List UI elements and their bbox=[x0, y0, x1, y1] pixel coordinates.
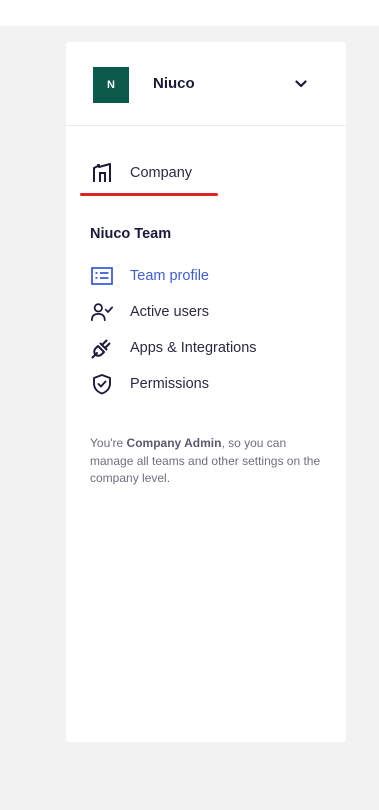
team-section-title: Niuco Team bbox=[90, 226, 172, 242]
shield-check-icon bbox=[90, 372, 114, 396]
team-name: Niuco bbox=[153, 75, 195, 92]
nav-apps-integrations[interactable]: Apps & Integrations bbox=[90, 334, 322, 362]
team-switcher[interactable]: N Niuco bbox=[66, 42, 346, 126]
id-card-icon bbox=[90, 264, 114, 288]
nav-company[interactable]: Company bbox=[90, 159, 322, 187]
company-highlight-underline bbox=[80, 193, 218, 196]
nav-active-users-label: Active users bbox=[130, 304, 209, 320]
plug-icon bbox=[90, 336, 114, 360]
chevron-down-icon[interactable] bbox=[295, 80, 307, 88]
nav-permissions-label: Permissions bbox=[130, 376, 209, 392]
nav-permissions[interactable]: Permissions bbox=[90, 370, 322, 398]
nav-apps-integrations-label: Apps & Integrations bbox=[130, 340, 257, 356]
nav-team-profile[interactable]: Team profile bbox=[90, 262, 322, 290]
admin-note: You're Company Admin, so you can manage … bbox=[90, 435, 322, 488]
user-check-icon bbox=[90, 300, 114, 324]
top-bar bbox=[0, 0, 379, 26]
nav-active-users[interactable]: Active users bbox=[90, 298, 322, 326]
team-avatar: N bbox=[93, 67, 129, 103]
nav-team-profile-label: Team profile bbox=[130, 268, 209, 284]
admin-note-role: Company Admin bbox=[126, 436, 222, 450]
admin-note-prefix: You're bbox=[90, 436, 127, 450]
building-icon bbox=[90, 161, 114, 185]
sidebar-panel: N Niuco Company Niuco Team Team profile bbox=[66, 42, 346, 742]
nav-company-label: Company bbox=[130, 165, 193, 181]
